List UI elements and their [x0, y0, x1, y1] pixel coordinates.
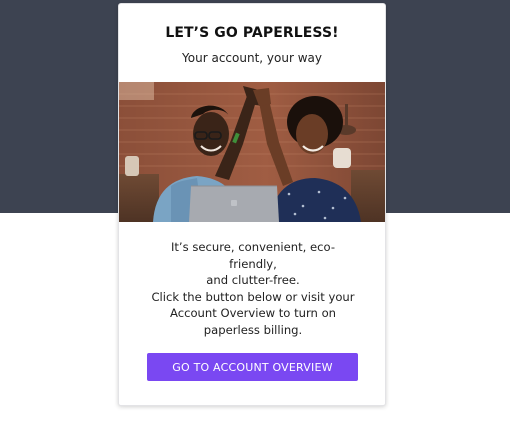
card-headline: LET’S GO PAPERLESS!	[165, 25, 339, 41]
body-line: and clutter-free.	[206, 273, 300, 287]
two-people-high-five-photo	[119, 82, 385, 222]
card-subhead: Your account, your way	[182, 51, 322, 65]
photo-illustration	[119, 82, 385, 222]
card-body-text: It’s secure, convenient, eco- friendly, …	[139, 239, 367, 338]
paperless-promo-card: LET’S GO PAPERLESS! Your account, your w…	[118, 3, 386, 406]
body-line: friendly,	[229, 256, 277, 271]
go-to-account-overview-button[interactable]: GO TO ACCOUNT OVERVIEW	[147, 353, 358, 381]
body-line: Account Overview to turn on	[169, 306, 337, 320]
body-line: Click the button below or visit your	[151, 289, 355, 304]
body-line: It’s secure, convenient, eco-	[170, 240, 336, 254]
body-line: paperless billing.	[203, 322, 303, 337]
page: LET’S GO PAPERLESS! Your account, your w…	[0, 0, 510, 422]
